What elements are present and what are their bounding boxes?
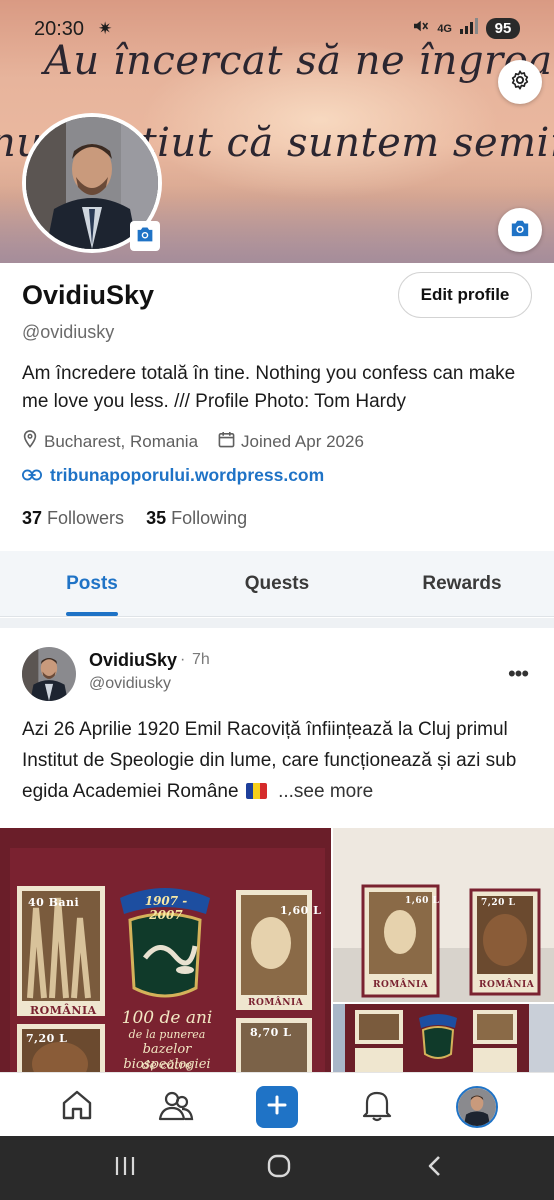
profile-website[interactable]: tribunapoporului.wordpress.com (22, 465, 324, 486)
location-icon (22, 430, 44, 453)
nav-community[interactable] (154, 1085, 198, 1129)
followers-count: 37 (22, 508, 43, 528)
gear-icon (509, 69, 531, 96)
sun-icon: ✷ (98, 19, 113, 38)
profile-joined: Joined Apr 2026 (241, 431, 364, 451)
battery-indicator: 95 (486, 18, 520, 39)
followers-label: Followers (47, 508, 125, 528)
home-icon (60, 1089, 94, 1126)
change-avatar-button[interactable] (130, 221, 160, 251)
profile-meta: Bucharest, Romania Joined Apr 2026 (22, 430, 364, 453)
stamp-1-country: ROMÂNIA (30, 1004, 97, 1017)
signal-icon (460, 18, 478, 39)
profile-bio: Am încredere totală în tine. Nothing you… (22, 363, 516, 412)
system-navigation-bar (0, 1136, 554, 1200)
nav-profile[interactable] (455, 1085, 499, 1129)
active-tab-indicator (66, 612, 118, 616)
nav-notifications[interactable] (355, 1085, 399, 1129)
add-icon (267, 1095, 287, 1120)
profile-name: OvidiuSky (22, 280, 155, 310)
nav-create[interactable] (255, 1085, 299, 1129)
post-separator-dot: · (180, 651, 186, 668)
sheet-years: 1907 - 2007 (144, 894, 188, 922)
back-button[interactable] (414, 1152, 454, 1184)
section-divider (0, 618, 554, 628)
add-post-button[interactable] (256, 1086, 298, 1128)
post-body: Azi 26 Aprilie 1920 Emil Racoviță înfiin… (22, 714, 538, 807)
link-icon (22, 465, 50, 486)
post-text: Azi 26 Aprilie 1920 Emil Racoviță înfiin… (22, 719, 517, 802)
see-more-link[interactable]: ...see more (278, 781, 373, 802)
tr-stamp-1-value: 1,60 L (405, 896, 440, 906)
camera-icon (509, 218, 531, 243)
post-author-avatar[interactable] (22, 647, 76, 701)
mute-icon (411, 17, 429, 40)
profile-handle: @ovidiusky (22, 322, 115, 342)
follow-stats: 37 Followers 35 Following (22, 508, 247, 529)
recent-apps-icon (113, 1155, 137, 1182)
stamp-4-value: 8,70 L (250, 1026, 292, 1039)
edit-profile-button[interactable]: Edit profile (398, 272, 532, 318)
sheet-caption-2: de la punerea (128, 1028, 206, 1041)
tab-quests[interactable]: Quests (217, 551, 337, 617)
change-cover-button[interactable] (498, 208, 542, 252)
settings-button[interactable] (498, 60, 542, 104)
status-time: 20:30 (34, 18, 85, 40)
profile-location: Bucharest, Romania (44, 431, 199, 451)
tr-stamp-2-value: 7,20 L (481, 898, 516, 908)
post-more-button[interactable]: ••• (500, 661, 536, 687)
profile-tabs: Posts Quests Rewards (0, 551, 554, 617)
post-image-stamps[interactable]: 1,60 L ROMÂNIA 7,20 L ROMÂNIA (333, 828, 554, 1002)
stamp-2-value: 1,60 L (280, 904, 322, 917)
nav-home[interactable] (55, 1085, 99, 1129)
tab-rewards[interactable]: Rewards (402, 551, 522, 617)
sheet-caption-4: de către (141, 1058, 193, 1072)
recent-apps-button[interactable] (105, 1152, 145, 1184)
post-image-stamp-sheet[interactable]: 1907 - 2007 100 de ani de la punerea baz… (0, 828, 331, 1072)
post-author-handle: @ovidiusky (89, 675, 172, 692)
tr-stamp-1-country: ROMÂNIA (373, 980, 429, 990)
camera-icon (135, 225, 155, 248)
post-image-sheet-preview[interactable] (333, 1004, 554, 1072)
community-icon (158, 1089, 194, 1126)
network-type: 4G (437, 22, 452, 35)
home-button[interactable] (259, 1152, 299, 1184)
home-circle-icon (266, 1153, 292, 1184)
cover-text-line-1: Au încercat să ne îngroape, (44, 38, 554, 84)
back-chevron-icon (425, 1154, 443, 1183)
calendar-icon (218, 431, 241, 453)
followers-link[interactable]: 37 Followers (22, 508, 124, 529)
stamp-2-country: ROMÂNIA (248, 998, 304, 1008)
sheet-caption-1: 100 de ani (121, 1008, 213, 1028)
stamp-1-value: 40 Bani (28, 896, 80, 909)
following-label: Following (171, 508, 248, 528)
notifications-icon (361, 1088, 393, 1127)
status-icons: 4G 95 (411, 17, 520, 40)
tab-posts[interactable]: Posts (32, 551, 152, 617)
post-author-name[interactable]: OvidiuSky (89, 650, 177, 671)
following-count: 35 (146, 508, 167, 528)
website-link[interactable]: tribunapoporului.wordpress.com (50, 465, 324, 486)
post-timestamp: 7h (192, 651, 210, 668)
tr-stamp-2-country: ROMÂNIA (479, 980, 535, 990)
profile-avatar-icon (456, 1086, 498, 1128)
stamp-3-value: 7,20 L (26, 1032, 68, 1045)
bottom-navigation (0, 1072, 554, 1136)
following-link[interactable]: 35 Following (146, 508, 247, 529)
romania-flag-icon (245, 783, 267, 799)
